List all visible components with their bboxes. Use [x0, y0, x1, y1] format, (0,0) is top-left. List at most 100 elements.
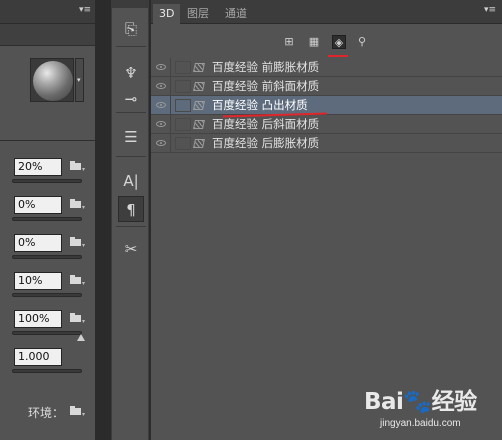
property-value-input[interactable]: 100%	[14, 310, 62, 328]
visibility-toggle[interactable]	[151, 96, 171, 115]
property-slider[interactable]	[12, 293, 82, 297]
property-value-input[interactable]: 10%	[14, 272, 62, 290]
3d-panel: 3D 图层 通道 ▾≡ ⊞ ▦ ◈ ⚲ 百度经验 前膨胀材质 百度经验 前斜面材质 百度经…	[151, 0, 502, 440]
material-icon	[193, 139, 205, 148]
chevron-down-icon: ▾	[82, 204, 86, 211]
property-value-input[interactable]: 0%	[14, 234, 62, 252]
toolbar-divider	[116, 46, 146, 47]
visibility-toggle[interactable]	[151, 58, 171, 77]
tab-layers[interactable]: 图层	[181, 4, 215, 24]
visibility-toggle[interactable]	[151, 77, 171, 96]
eye-icon	[156, 102, 166, 108]
property-slider[interactable]	[12, 331, 82, 335]
eye-icon	[156, 64, 166, 70]
tree-indent	[175, 61, 191, 74]
material-icon	[193, 63, 205, 72]
property-row: 1.000	[0, 348, 95, 378]
panel-tab-bar: 3D 图层 通道 ▾≡	[151, 0, 502, 24]
texture-folder-icon[interactable]	[70, 275, 82, 284]
property-slider[interactable]	[12, 255, 82, 259]
material-icon	[193, 120, 205, 129]
tree-indent	[175, 118, 191, 131]
property-slider[interactable]	[12, 179, 82, 183]
visibility-toggle[interactable]	[151, 115, 171, 134]
chevron-down-icon: ▾	[82, 280, 86, 287]
toolbar-divider	[116, 112, 146, 113]
property-slider[interactable]	[12, 217, 82, 221]
chevron-down-icon: ▾	[82, 411, 86, 418]
scene-item-label: 百度经验 凸出材质	[212, 98, 308, 112]
scene-tree-row[interactable]: 百度经验 前斜面材质	[151, 77, 502, 96]
whole-scene-filter-icon[interactable]: ⊞	[282, 35, 296, 49]
material-sphere-icon	[33, 61, 73, 101]
panel-menu-icon[interactable]: ▾≡	[484, 5, 496, 15]
tree-indent	[175, 137, 191, 150]
scene-tree-row[interactable]: 百度经验 后膨胀材质	[151, 134, 502, 153]
clone-source-icon[interactable]: ☰	[118, 124, 144, 150]
eye-icon	[156, 83, 166, 89]
scene-item-label: 百度经验 后斜面材质	[212, 117, 320, 131]
property-value-input[interactable]: 1.000	[14, 348, 62, 366]
property-slider[interactable]	[12, 369, 82, 373]
tools-crossed-icon[interactable]: ✂	[118, 236, 144, 262]
scene-item-label: 百度经验 前斜面材质	[212, 79, 320, 93]
texture-folder-icon[interactable]	[70, 237, 82, 246]
material-icon	[193, 82, 205, 91]
property-row: 100% ▾	[0, 310, 95, 341]
property-row: 10% ▾	[0, 272, 95, 302]
slider-thumb[interactable]	[77, 334, 85, 341]
panel-menu-icon[interactable]: ▾≡	[79, 5, 91, 15]
divider	[0, 140, 95, 141]
character-panel-icon[interactable]: A|	[118, 168, 144, 194]
panel-dock-toolbar: ⎘ ♆ ⊸ ☰ A| ¶ ✂	[111, 0, 149, 440]
brush-presets-icon[interactable]: ♆	[118, 60, 144, 86]
tab-3d[interactable]: 3D	[153, 4, 181, 24]
texture-folder-icon[interactable]	[70, 313, 82, 322]
property-row: 20% ▾	[0, 158, 95, 188]
watermark-logo: Bai🐾经验	[364, 389, 477, 415]
property-value-input[interactable]: 20%	[14, 158, 62, 176]
toolbar-divider	[116, 226, 146, 227]
material-icon	[193, 101, 205, 110]
chevron-down-icon: ▾	[82, 242, 86, 249]
tree-indent	[175, 99, 191, 112]
material-picker-dropdown[interactable]: ▾	[75, 58, 84, 102]
lights-filter-icon[interactable]: ⚲	[355, 35, 369, 49]
paragraph-panel-icon[interactable]: ¶	[118, 196, 144, 222]
properties-panel-header: ▾≡	[0, 0, 95, 24]
property-value-input[interactable]: 0%	[14, 196, 62, 214]
chevron-down-icon: ▾	[82, 166, 86, 173]
eye-icon	[156, 121, 166, 127]
texture-folder-icon[interactable]	[70, 199, 82, 208]
toolbar-grip[interactable]	[112, 0, 148, 8]
visibility-toggle[interactable]	[151, 134, 171, 153]
environment-folder-icon[interactable]	[70, 406, 82, 415]
scene-item-label: 百度经验 后膨胀材质	[212, 136, 320, 150]
tab-channels[interactable]: 通道	[219, 4, 253, 24]
eye-icon	[156, 140, 166, 146]
property-row: 0% ▾	[0, 234, 95, 264]
scene-filter-bar: ⊞ ▦ ◈ ⚲	[151, 24, 502, 58]
annotation-underline	[328, 55, 348, 57]
meshes-filter-icon[interactable]: ▦	[307, 35, 321, 49]
scene-tree-row[interactable]: 百度经验 前膨胀材质	[151, 58, 502, 77]
scene-tree-row[interactable]: 百度经验 后斜面材质	[151, 115, 502, 134]
scene-tree-list: 百度经验 前膨胀材质 百度经验 前斜面材质 百度经验 凸出材质 百度经验 后斜面材质百…	[151, 58, 502, 153]
baidu-jingyan-watermark: Bai🐾经验 jingyan.baidu.com	[362, 378, 502, 438]
history-panel-icon[interactable]: ⎘	[118, 16, 144, 42]
properties-panel-toolbar	[0, 24, 95, 46]
toolbar-divider	[116, 156, 146, 157]
watermark-url: jingyan.baidu.com	[380, 418, 461, 429]
properties-panel: ▾≡ ▾ 20% ▾ 0% ▾ 0% ▾ 10% ▾ 100% ▾ 1.000 环境： ▾	[0, 0, 95, 440]
chevron-down-icon: ▾	[77, 76, 81, 84]
chevron-down-icon: ▾	[82, 318, 86, 325]
property-row: 0% ▾	[0, 196, 95, 226]
materials-filter-icon[interactable]: ◈	[332, 35, 346, 49]
scene-item-label: 百度经验 前膨胀材质	[212, 60, 320, 74]
panel-gap	[95, 0, 111, 440]
material-picker-thumbnail[interactable]	[30, 58, 74, 102]
tool-presets-icon[interactable]: ⊸	[118, 86, 144, 112]
texture-folder-icon[interactable]	[70, 161, 82, 170]
environment-label: 环境：	[28, 406, 65, 420]
tree-indent	[175, 80, 191, 93]
